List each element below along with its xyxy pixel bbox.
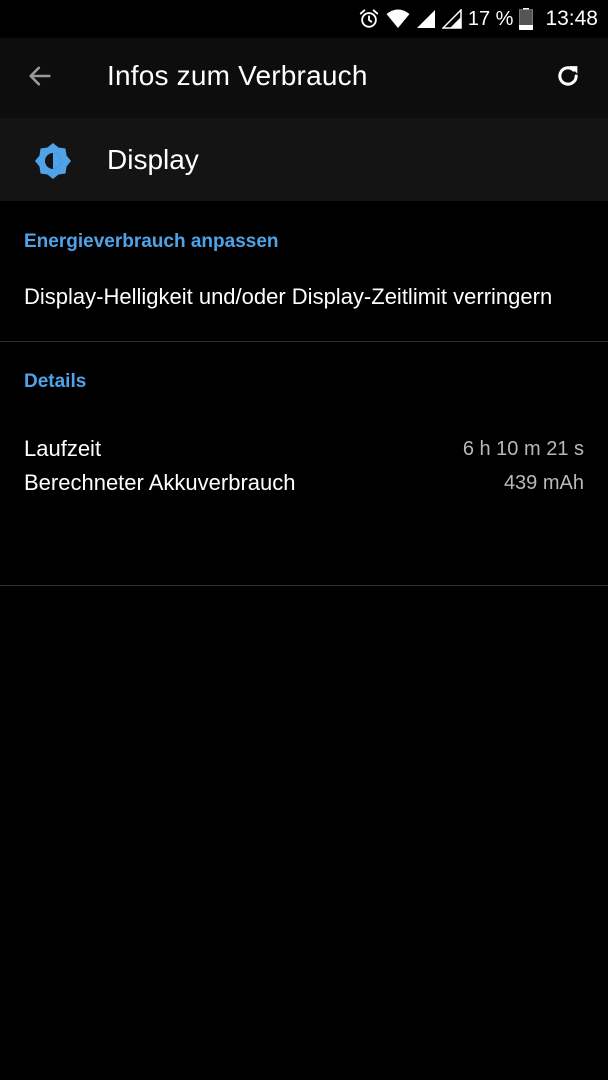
refresh-button[interactable] [546, 56, 590, 100]
divider [0, 341, 608, 342]
app-name: Display [107, 144, 199, 175]
battery-icon [519, 8, 534, 30]
detail-row-runtime: Laufzeit 6 h 10 m 21 s [24, 433, 584, 465]
detail-row-battery-usage: Berechneter Akkuverbrauch 439 mAh [24, 467, 584, 499]
status-time: 13:48 [545, 7, 598, 30]
wifi-icon [386, 8, 410, 30]
refresh-icon [554, 62, 582, 95]
signal-icon [441, 9, 462, 29]
section-header-energy: Energieverbrauch anpassen [24, 231, 279, 252]
alarm-icon [358, 8, 380, 30]
arrow-back-icon [26, 62, 54, 95]
back-button[interactable] [18, 58, 62, 98]
page-title: Infos zum Verbrauch [107, 60, 368, 91]
detail-value: 439 mAh [503, 471, 584, 494]
divider [0, 585, 608, 586]
status-bar: 17 % 13:48 [0, 0, 608, 38]
signal-icon [416, 9, 436, 29]
detail-value: 6 h 10 m 21 s [462, 437, 584, 460]
detail-label: Laufzeit [24, 436, 102, 461]
detail-label: Berechneter Akkuverbrauch [24, 470, 296, 495]
status-icons: 17 % 13:48 [358, 0, 598, 38]
app-bar: Infos zum Verbrauch [0, 38, 608, 118]
app-header: Display [0, 118, 608, 201]
energy-suggestion-item[interactable]: Display-Helligkeit und/oder Display-Zeit… [24, 283, 584, 311]
section-header-details: Details [24, 371, 87, 392]
battery-percent: 17 % [467, 7, 514, 30]
brightness-icon [34, 142, 72, 180]
